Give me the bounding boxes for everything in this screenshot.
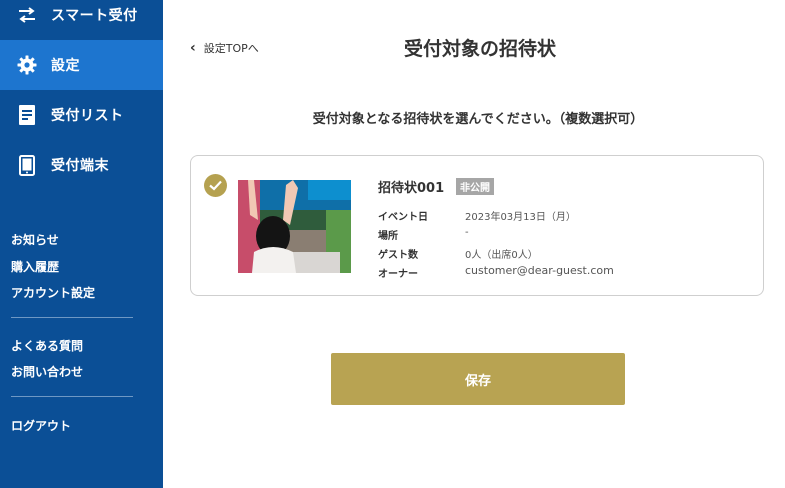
nav-label: 設定: [51, 58, 80, 74]
save-button[interactable]: 保存: [331, 353, 625, 405]
owner-label: オーナー: [378, 269, 418, 280]
link-contact[interactable]: お問い合わせ: [11, 363, 83, 380]
nav-reception-list[interactable]: 受付リスト: [0, 90, 163, 140]
status-badge: 非公開: [456, 178, 494, 195]
link-news[interactable]: お知らせ: [11, 231, 59, 248]
sidebar-divider: [11, 396, 133, 397]
guest-count-label: ゲスト数: [378, 250, 418, 261]
nav-settings[interactable]: 設定: [0, 40, 163, 90]
sidebar: スマート受付 設定 受付リスト 受付端末 お知らせ 購入履歴 アカウント設定 よ…: [0, 0, 163, 488]
checkmark-icon[interactable]: [204, 174, 227, 197]
invitation-thumbnail: [238, 180, 351, 273]
nav-smart-reception[interactable]: スマート受付: [0, 0, 163, 40]
swap-arrows-icon: [16, 4, 38, 26]
gear-icon: [16, 54, 38, 76]
nav-label: 受付端末: [51, 158, 109, 174]
event-date-label: イベント日: [378, 212, 428, 223]
link-faq[interactable]: よくある質問: [11, 337, 83, 354]
page-title: 受付対象の招待状: [403, 38, 556, 60]
instruction-text: 受付対象となる招待状を選んでください。（複数選択可）: [312, 112, 644, 127]
back-link-label: 設定TOPへ: [203, 42, 259, 55]
nav-label: 受付リスト: [51, 108, 124, 124]
owner-value: customer@dear-guest.com: [465, 264, 614, 277]
invitation-card[interactable]: 招待状001 非公開 イベント日 2023年03月13日（月） 場所 - ゲスト…: [190, 155, 764, 296]
document-list-icon: [16, 104, 38, 126]
nav-label: スマート受付: [51, 8, 138, 24]
link-account-settings[interactable]: アカウント設定: [11, 284, 95, 301]
back-to-settings-link[interactable]: ‹ 設定TOPへ: [190, 40, 259, 56]
guest-count-value: 0人（出席0人）: [465, 250, 538, 261]
location-value: -: [465, 227, 469, 238]
tablet-icon: [16, 154, 38, 176]
chevron-left-icon: ‹: [190, 40, 196, 56]
invitation-name: 招待状001: [378, 181, 445, 196]
event-date-value: 2023年03月13日（月）: [465, 212, 576, 223]
nav-reception-terminal[interactable]: 受付端末: [0, 140, 163, 190]
link-purchase-history[interactable]: 購入履歴: [11, 258, 59, 275]
sidebar-divider: [11, 317, 133, 318]
logout-link[interactable]: ログアウト: [11, 417, 71, 434]
location-label: 場所: [378, 231, 398, 242]
